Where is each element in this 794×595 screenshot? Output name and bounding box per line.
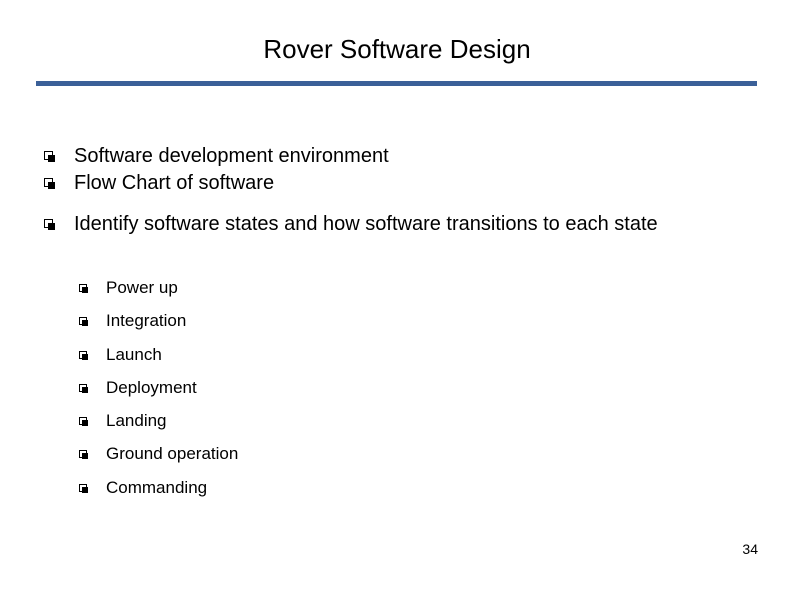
bullet-item: Identify software states and how softwar… <box>40 211 730 238</box>
bullet-label: Flow Chart of software <box>74 172 275 194</box>
sub-bullet-label: Integration <box>106 311 187 330</box>
sub-bullet-item: Commanding <box>76 477 716 499</box>
square-bullet-icon <box>76 410 106 432</box>
bullet-item: Software development environment <box>40 143 730 170</box>
slide: Rover Software Design Software developme… <box>0 0 794 595</box>
sub-bullet-item: Ground operation <box>76 443 716 465</box>
sub-bullet-item: Launch <box>76 344 716 366</box>
square-bullet-icon <box>76 443 106 465</box>
sub-bullet-label: Landing <box>106 411 167 430</box>
square-bullet-icon <box>40 170 68 197</box>
square-bullet-icon <box>76 344 106 366</box>
sub-bullet-item: Deployment <box>76 377 716 399</box>
sub-bullet-label: Commanding <box>106 478 208 497</box>
square-bullet-icon <box>40 211 68 238</box>
bullet-item: Flow Chart of software <box>40 170 730 197</box>
square-bullet-icon <box>40 143 68 170</box>
square-bullet-icon <box>76 477 106 499</box>
sub-bullet-label: Power up <box>106 278 178 297</box>
sub-bullet-item: Power up <box>76 277 716 299</box>
sub-bullet-item: Integration <box>76 310 716 332</box>
sub-bullet-label: Launch <box>106 345 162 364</box>
slide-body: Software development environment Flow Ch… <box>0 0 794 595</box>
bullet-label: Identify software states and how softwar… <box>74 213 658 235</box>
page-number: 34 <box>742 541 758 557</box>
square-bullet-icon <box>76 377 106 399</box>
sub-bullet-label: Deployment <box>106 378 197 397</box>
square-bullet-icon <box>76 277 106 299</box>
sub-bullet-label: Ground operation <box>106 444 239 463</box>
bullet-label: Software development environment <box>74 145 389 167</box>
square-bullet-icon <box>76 310 106 332</box>
sub-bullet-item: Landing <box>76 410 716 432</box>
